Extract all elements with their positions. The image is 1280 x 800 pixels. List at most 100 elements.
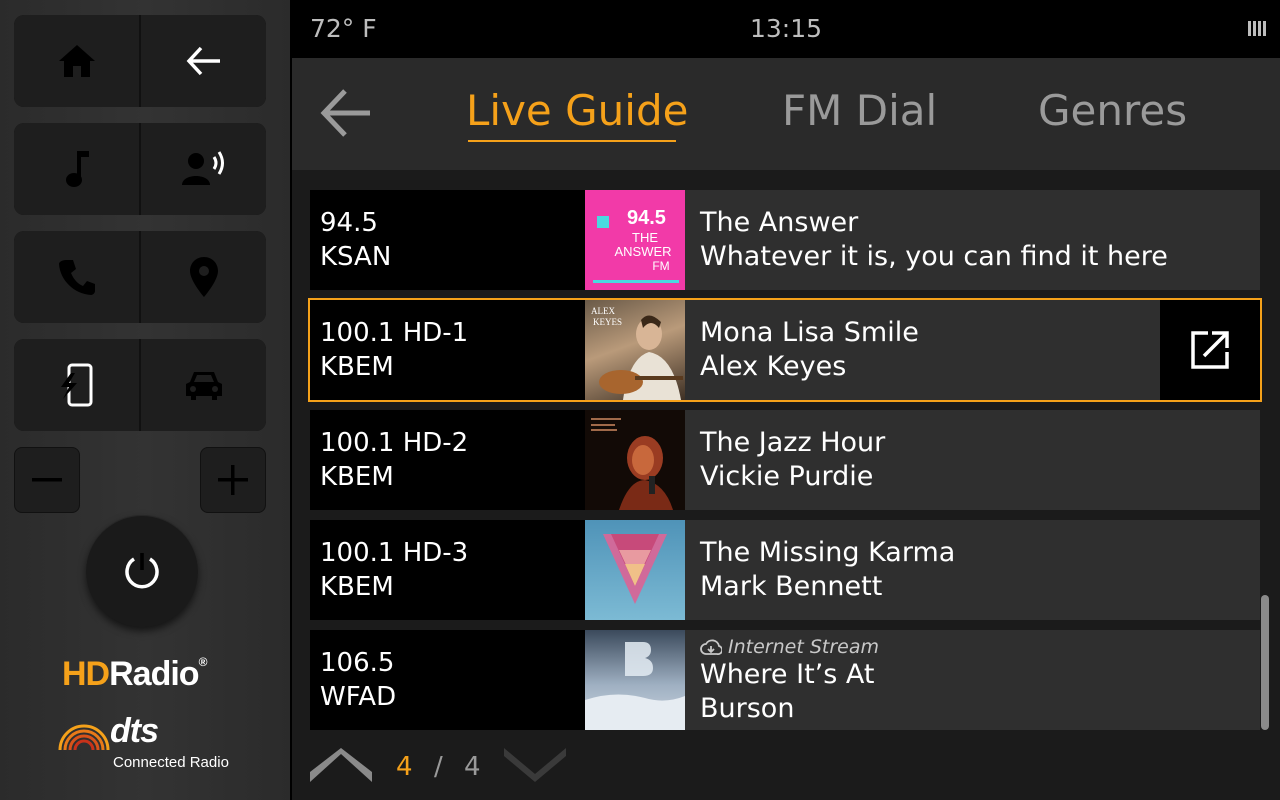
album-art: ALEX KEYES <box>585 300 685 400</box>
volume-down-button[interactable] <box>14 447 80 513</box>
radio-guide: 72° F 13:15 Live Guide FM Dial Genres 94… <box>292 0 1280 800</box>
burson-album <box>585 642 685 730</box>
station-row[interactable]: 100.1 HD-2 KBEM The Jazz Hour Vickie Pur… <box>310 410 1260 510</box>
open-external-icon <box>1191 331 1229 369</box>
program-title: The Answer <box>700 207 859 238</box>
pager: 4 / 4 <box>310 740 610 790</box>
program-subtitle: Alex Keyes <box>700 351 847 382</box>
station-frequency: 100.1 HD-2 <box>320 428 469 458</box>
vickie-purdie-album <box>591 418 673 510</box>
program-subtitle: Burson <box>700 693 795 724</box>
hd-radio-logo: HDRadio® <box>62 655 207 693</box>
program-subtitle: Whatever it is, you can find it here <box>700 241 1168 272</box>
album-art <box>585 520 685 620</box>
phone-icon <box>58 260 95 295</box>
program-subtitle: Vickie Purdie <box>700 461 874 492</box>
station-callsign: KBEM <box>320 352 394 382</box>
scrollbar-thumb[interactable] <box>1261 595 1269 730</box>
station-frequency: 106.5 <box>320 648 395 678</box>
music-button[interactable] <box>14 123 139 215</box>
current-page: 4 <box>396 752 413 782</box>
svg-text:FM: FM <box>652 259 669 273</box>
apps-button-group <box>14 339 266 431</box>
station-frequency-block: 100.1 HD-3 KBEM <box>310 520 585 620</box>
svg-text:94.5: 94.5 <box>627 207 666 229</box>
svg-text:ALEX: ALEX <box>591 306 615 316</box>
back-arrow-icon <box>320 89 370 137</box>
station-callsign: KBEM <box>320 572 394 602</box>
station-info: Mona Lisa Smile Alex Keyes <box>700 316 919 384</box>
nav-button-group <box>14 15 266 107</box>
dts-waves-icon <box>58 724 110 751</box>
active-tab-indicator <box>468 140 676 142</box>
phone-projection-icon <box>60 363 92 407</box>
svg-text:KEYES: KEYES <box>593 317 622 327</box>
page-up-button[interactable] <box>310 748 372 784</box>
station-frequency-block: 94.5 KSAN <box>310 190 585 290</box>
music-note-icon <box>65 151 89 187</box>
status-bar: 72° F 13:15 <box>292 0 1280 58</box>
back-button[interactable] <box>320 88 374 142</box>
station-callsign: KSAN <box>320 242 392 272</box>
minus-icon <box>32 478 62 482</box>
station-frequency-block: 106.5 WFAD <box>310 630 585 730</box>
open-external-button[interactable] <box>1160 300 1260 400</box>
voice-command-icon <box>181 151 224 185</box>
control-panel: HDRadio® dts Connected Radio <box>0 0 290 800</box>
the-answer-logo: 94.5 THE ANSWER FM <box>593 207 679 283</box>
cloud-icon <box>700 639 722 655</box>
tab-genres[interactable]: Genres <box>1038 86 1187 135</box>
station-frequency: 100.1 HD-3 <box>320 538 469 568</box>
program-title: The Missing Karma <box>700 537 956 568</box>
station-row[interactable]: 106.5 WFAD Internet Stream Where It’s At… <box>310 630 1260 730</box>
page-down-button[interactable] <box>504 746 566 782</box>
volume-up-button[interactable] <box>200 447 266 513</box>
station-row-selected[interactable]: 100.1 HD-1 KBEM ALEX KEYES Mona Lisa Smi… <box>308 298 1262 402</box>
phone-button[interactable] <box>14 231 139 323</box>
signal-strength-icon <box>1248 21 1266 36</box>
tab-fm-dial[interactable]: FM Dial <box>782 86 937 135</box>
station-frequency: 100.1 HD-1 <box>320 318 469 348</box>
album-art: 94.5 THE ANSWER FM <box>585 190 685 290</box>
media-button-group <box>14 123 266 215</box>
internet-stream-label: Internet Stream <box>700 636 879 658</box>
temperature: 72° F <box>310 14 377 43</box>
triangle-album <box>603 534 667 604</box>
tab-live-guide[interactable]: Live Guide <box>466 86 688 135</box>
navigation-button[interactable] <box>141 231 266 323</box>
alex-keyes-album: ALEX KEYES <box>591 306 683 400</box>
svg-text:THE: THE <box>632 230 658 245</box>
album-art <box>585 630 685 730</box>
station-frequency-block: 100.1 HD-1 KBEM <box>310 300 585 400</box>
vehicle-button[interactable] <box>141 339 266 431</box>
home-button[interactable] <box>14 15 139 107</box>
svg-text:ANSWER: ANSWER <box>614 244 671 259</box>
car-icon <box>185 372 222 400</box>
station-info: The Jazz Hour Vickie Purdie <box>700 426 885 494</box>
station-info: The Answer Whatever it is, you can find … <box>700 206 1168 274</box>
station-info: Internet Stream Where It’s At Burson <box>700 636 879 726</box>
power-icon <box>125 553 159 589</box>
program-title: The Jazz Hour <box>700 427 886 458</box>
station-row[interactable]: 100.1 HD-3 KBEM The Missing Karma Mark B… <box>310 520 1260 620</box>
back-button[interactable] <box>141 15 266 107</box>
program-title: Mona Lisa Smile <box>700 317 919 348</box>
album-art <box>585 410 685 510</box>
station-info: The Missing Karma Mark Bennett <box>700 536 955 604</box>
station-callsign: WFAD <box>320 682 397 712</box>
comm-button-group <box>14 231 266 323</box>
plus-icon <box>218 465 248 495</box>
back-arrow-icon <box>186 46 220 76</box>
station-frequency-block: 100.1 HD-2 KBEM <box>310 410 585 510</box>
phone-projection-button[interactable] <box>14 339 139 431</box>
station-callsign: KBEM <box>320 462 394 492</box>
program-subtitle: Mark Bennett <box>700 571 883 602</box>
page-separator: / <box>434 752 443 782</box>
program-title: Where It’s At <box>700 659 875 690</box>
voice-button[interactable] <box>141 123 266 215</box>
station-frequency: 94.5 <box>320 208 378 238</box>
power-button[interactable] <box>86 515 198 627</box>
home-icon <box>58 45 95 77</box>
clock: 13:15 <box>750 14 823 43</box>
station-row[interactable]: 94.5 KSAN 94.5 THE ANSWER FM The Answer … <box>310 190 1260 290</box>
